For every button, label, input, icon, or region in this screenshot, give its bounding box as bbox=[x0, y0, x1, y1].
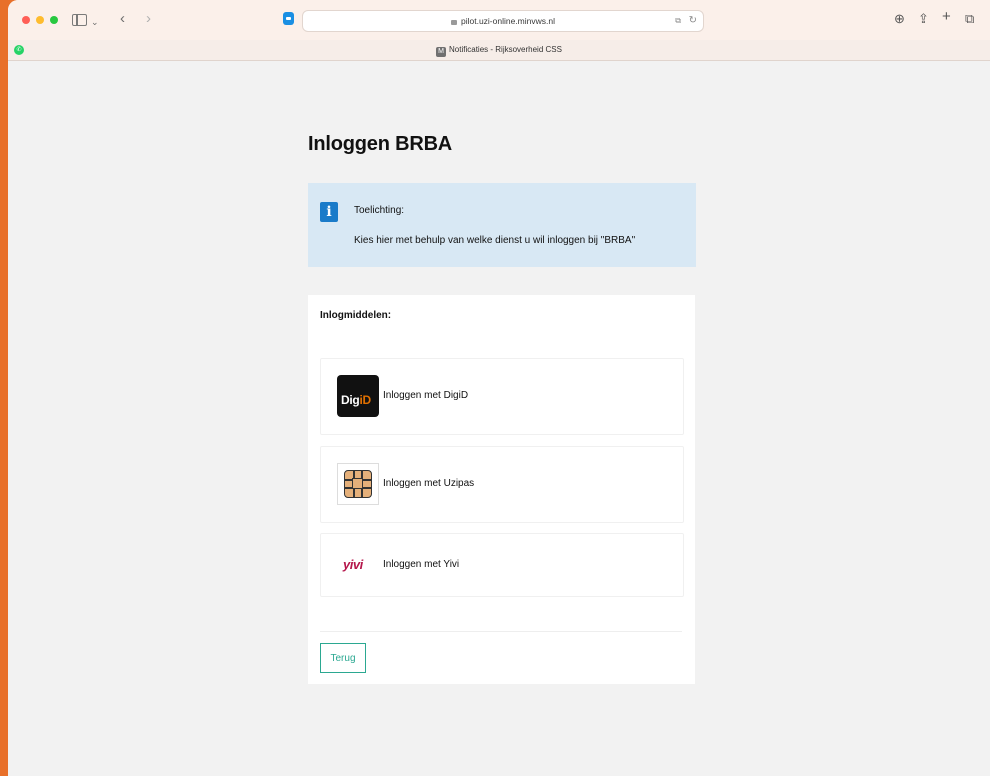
translate-icon[interactable]: ⧉ bbox=[675, 11, 681, 31]
active-tab[interactable]: M Notificaties - Rijksoverheid CSS bbox=[8, 40, 990, 60]
tab-title: Notificaties - Rijksoverheid CSS bbox=[449, 45, 562, 54]
divider bbox=[320, 631, 682, 632]
login-digid-label: Inloggen met DigiD bbox=[383, 390, 469, 401]
download-icon[interactable]: ⊕ bbox=[894, 12, 905, 26]
minimize-window-button[interactable] bbox=[36, 16, 44, 24]
login-uzipas-label: Inloggen met Uzipas bbox=[383, 478, 475, 489]
tab-favicon: M bbox=[436, 47, 447, 57]
close-window-button[interactable] bbox=[22, 16, 30, 24]
chevron-down-icon[interactable]: ⌄ bbox=[91, 14, 99, 30]
login-uzipas-option[interactable]: Inloggen met Uzipas bbox=[320, 446, 684, 523]
browser-toolbar: ⌄ ‹ › pilot.uzi-online.minvws.nl ⧉ ↻ ⊕ ⇪… bbox=[8, 0, 990, 40]
login-yivi-label: Inloggen met Yivi bbox=[383, 559, 460, 570]
info-text: Kies hier met behulp van welke dienst u … bbox=[354, 235, 636, 246]
login-digid-option[interactable]: DigiD Inloggen met DigiD bbox=[320, 358, 684, 435]
password-extension-icon[interactable] bbox=[283, 12, 294, 25]
info-heading: Toelichting: bbox=[354, 205, 405, 216]
login-methods-panel: Inlogmiddelen: DigiD Inloggen met DigiD … bbox=[308, 295, 695, 684]
zoom-window-button[interactable] bbox=[50, 16, 58, 24]
browser-window: ⌄ ‹ › pilot.uzi-online.minvws.nl ⧉ ↻ ⊕ ⇪… bbox=[8, 0, 990, 776]
info-icon: i bbox=[320, 202, 338, 222]
panel-heading: Inlogmiddelen: bbox=[320, 310, 392, 321]
smartcard-chip-icon bbox=[337, 463, 379, 505]
tab-bar: ✆ M Notificaties - Rijksoverheid CSS bbox=[8, 40, 990, 61]
forward-icon[interactable]: › bbox=[146, 11, 151, 27]
yivi-logo: yivi bbox=[343, 557, 363, 572]
new-tab-icon[interactable]: + bbox=[942, 9, 951, 24]
reload-icon[interactable]: ↻ bbox=[689, 11, 697, 31]
back-icon[interactable]: ‹ bbox=[120, 11, 125, 27]
digid-logo-text-b: iD bbox=[359, 393, 371, 407]
url-text: pilot.uzi-online.minvws.nl bbox=[460, 16, 555, 26]
tab-overview-icon[interactable]: ⧉ bbox=[965, 12, 974, 26]
info-box: i Toelichting: Kies hier met behulp van … bbox=[308, 183, 696, 267]
back-button[interactable]: Terug bbox=[320, 643, 366, 673]
login-yivi-option[interactable]: yivi Inloggen met Yivi bbox=[320, 533, 684, 597]
digid-logo: DigiD bbox=[337, 375, 379, 417]
page-title: Inloggen BRBA bbox=[308, 133, 453, 155]
address-bar[interactable]: pilot.uzi-online.minvws.nl ⧉ ↻ bbox=[302, 10, 704, 32]
digid-logo-text-a: Dig bbox=[341, 393, 360, 407]
sidebar-icon[interactable] bbox=[72, 14, 87, 26]
lock-icon bbox=[450, 20, 457, 25]
share-icon[interactable]: ⇪ bbox=[918, 12, 929, 26]
